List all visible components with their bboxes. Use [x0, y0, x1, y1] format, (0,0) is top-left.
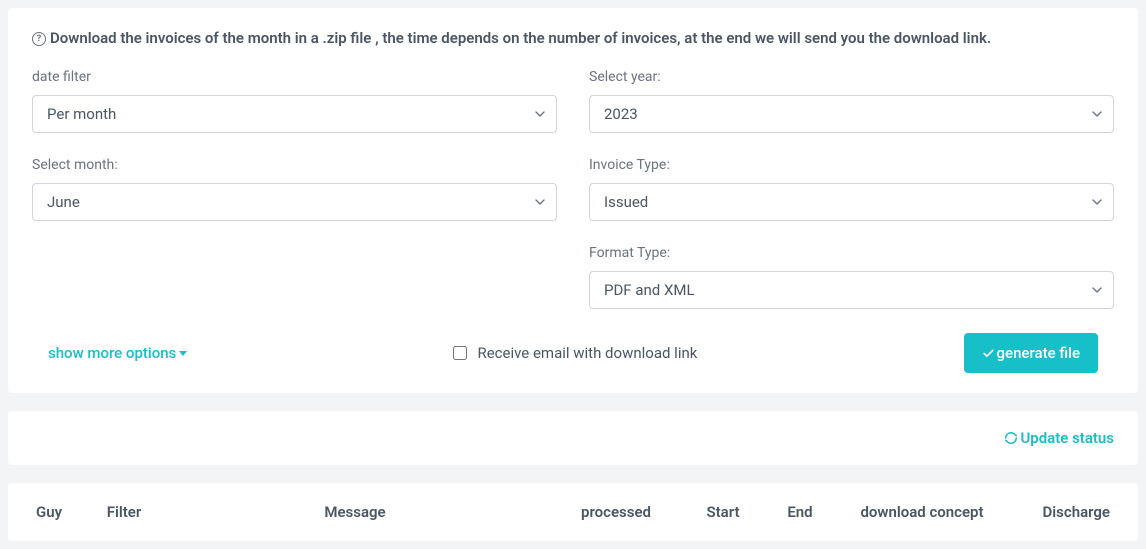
select-month-select[interactable]: June	[32, 183, 557, 221]
date-filter-select[interactable]: Per month	[32, 95, 557, 133]
info-text: Download the invoices of the month in a …	[50, 28, 991, 49]
show-more-options-link[interactable]: show more options	[48, 344, 187, 362]
update-status-label: Update status	[1020, 429, 1114, 447]
status-card: Update status	[8, 411, 1138, 465]
date-filter-group: date filter Per month	[32, 69, 557, 133]
generate-file-label: generate file	[997, 344, 1080, 362]
table-header-start: Start	[688, 503, 758, 521]
select-year-label: Select year:	[589, 69, 1114, 85]
invoice-type-group: Invoice Type: Issued	[589, 157, 1114, 221]
receive-email-checkbox[interactable]	[453, 346, 467, 360]
select-year-select[interactable]: 2023	[589, 95, 1114, 133]
show-more-label: show more options	[48, 344, 176, 362]
actions-row: show more options Receive email with dow…	[32, 333, 1114, 373]
table-header-row: Guy Filter Message processed Start End d…	[32, 503, 1114, 521]
table-header-discharge: Discharge	[1014, 503, 1114, 521]
form-grid: date filter Per month Select year: 2023 …	[32, 69, 1114, 309]
date-filter-label: date filter	[32, 69, 557, 85]
table-header-filter: Filter	[94, 503, 154, 521]
update-status-link[interactable]: Update status	[1004, 429, 1114, 447]
check-icon	[982, 347, 995, 360]
caret-down-icon	[179, 351, 187, 356]
receive-email-checkbox-group[interactable]: Receive email with download link	[453, 344, 697, 362]
receive-email-label: Receive email with download link	[477, 344, 697, 362]
table-header-processed: processed	[556, 503, 676, 521]
format-type-label: Format Type:	[589, 245, 1114, 261]
table-header-guy: Guy	[32, 503, 82, 521]
select-year-group: Select year: 2023	[589, 69, 1114, 133]
format-type-group: Format Type: PDF and XML	[589, 245, 1114, 309]
generate-file-button[interactable]: generate file	[964, 333, 1098, 373]
table-header-end: End	[770, 503, 830, 521]
invoice-type-select[interactable]: Issued	[589, 183, 1114, 221]
table-header-message: Message	[166, 503, 544, 521]
invoice-type-label: Invoice Type:	[589, 157, 1114, 173]
format-type-select[interactable]: PDF and XML	[589, 271, 1114, 309]
select-month-group: Select month: June	[32, 157, 557, 221]
refresh-icon	[1004, 431, 1018, 445]
download-form-card: ? Download the invoices of the month in …	[8, 8, 1138, 393]
select-month-label: Select month:	[32, 157, 557, 173]
info-row: ? Download the invoices of the month in …	[32, 28, 1114, 49]
table-header-download: download concept	[842, 503, 1002, 521]
help-icon[interactable]: ?	[32, 32, 46, 46]
table-card: Guy Filter Message processed Start End d…	[8, 483, 1138, 541]
